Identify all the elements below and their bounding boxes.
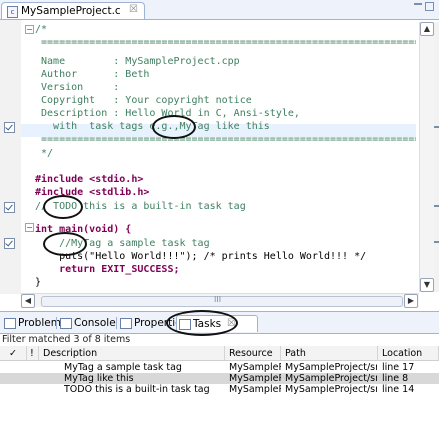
task-marker-icon[interactable] xyxy=(4,238,15,249)
task-description: TODO this is a built-in task tag xyxy=(64,384,210,395)
code-line: return EXIT_SUCCESS; xyxy=(35,264,180,275)
column-header-path[interactable]: Path xyxy=(281,346,378,361)
code-area[interactable]: − − /* =================================… xyxy=(21,22,416,292)
task-location: line 8 xyxy=(382,373,409,384)
code-line: #include <stdio.h> xyxy=(35,174,144,185)
overview-ruler xyxy=(434,22,439,292)
view-tab-bar: Problems Console Properties Tasks ☒ xyxy=(0,310,439,336)
task-path: MySampleProject/src xyxy=(285,362,377,373)
overview-task-mark[interactable] xyxy=(434,205,439,207)
column-header-completed[interactable]: ✓ xyxy=(0,346,27,361)
task-location: line 17 xyxy=(382,362,415,373)
column-header-description[interactable]: Description xyxy=(39,346,225,361)
todo-highlight-oval xyxy=(43,195,83,219)
scroll-grip: III xyxy=(214,295,222,304)
console-icon xyxy=(60,318,72,329)
overview-task-mark[interactable] xyxy=(434,126,439,128)
code-line: */ xyxy=(35,148,54,159)
properties-icon xyxy=(120,318,132,329)
table-row[interactable]: MyTag a sample task tag MySamplePr... My… xyxy=(0,362,439,373)
column-header-resource[interactable]: Resource xyxy=(225,346,281,361)
scroll-left-icon[interactable]: ◀ xyxy=(21,294,35,308)
mytag-highlight-oval xyxy=(152,115,196,139)
code-line: } xyxy=(35,277,42,288)
c-file-icon: c xyxy=(7,6,18,18)
problems-icon xyxy=(4,318,16,329)
task-path: MySampleProject/src xyxy=(285,373,377,384)
fold-collapse-icon[interactable]: − xyxy=(25,25,34,34)
close-icon[interactable]: ☒ xyxy=(129,4,138,15)
task-resource: MySamplePr... xyxy=(229,373,281,384)
task-marker-icon[interactable] xyxy=(4,202,15,213)
column-header-location[interactable]: Location xyxy=(378,346,439,361)
vertical-scrollbar[interactable]: ▲ ▼ xyxy=(419,22,434,292)
code-line: puts("Hello World!!!"); /* prints Hello … xyxy=(35,251,367,262)
code-line: Name : MySampleProject.cpp xyxy=(35,56,240,67)
fold-collapse-icon[interactable]: − xyxy=(25,223,34,232)
scroll-thumb[interactable] xyxy=(41,296,403,307)
horizontal-scrollbar[interactable]: ◀ III ▶ xyxy=(21,293,419,308)
task-description: MyTag like this xyxy=(64,373,134,384)
task-path: MySampleProject/src xyxy=(285,384,377,395)
maximize-icon[interactable] xyxy=(425,2,434,11)
mytag-highlight-oval xyxy=(43,232,87,256)
annotation-ruler xyxy=(0,20,21,294)
task-description: MyTag a sample task tag xyxy=(64,362,182,373)
tab-separator xyxy=(56,317,57,329)
code-line: ========================================… xyxy=(41,37,416,48)
scroll-up-icon[interactable]: ▲ xyxy=(420,22,434,36)
task-resource: MySamplePr... xyxy=(229,362,281,373)
task-location: line 14 xyxy=(382,384,415,395)
scroll-right-icon[interactable]: ▶ xyxy=(404,294,418,308)
code-line: /* xyxy=(35,24,48,35)
tab-separator xyxy=(116,317,117,329)
table-row[interactable]: TODO this is a built-in task tag MySampl… xyxy=(0,384,439,395)
editor-tab[interactable]: c MySampleProject.c ☒ xyxy=(1,2,145,19)
minimize-icon[interactable] xyxy=(414,3,422,9)
code-line: Author : Beth xyxy=(35,69,150,80)
scroll-down-icon[interactable]: ▼ xyxy=(420,278,434,292)
task-resource: MySamplePr... xyxy=(229,384,281,395)
table-row[interactable]: MyTag like this MySamplePr... MySamplePr… xyxy=(0,373,439,384)
column-header-priority[interactable]: ! xyxy=(27,346,39,361)
filter-status: Filter matched 3 of 8 items xyxy=(2,334,131,345)
code-line: ========================================… xyxy=(41,134,416,145)
code-line: Version : xyxy=(35,82,120,93)
code-line: Copyright : Your copyright notice xyxy=(35,95,252,106)
task-marker-icon[interactable] xyxy=(4,122,15,133)
tasks-highlight-oval xyxy=(166,310,238,336)
tab-label: Console xyxy=(74,317,116,329)
editor-tab-label: MySampleProject.c xyxy=(21,5,121,17)
overview-task-mark[interactable] xyxy=(434,241,439,243)
